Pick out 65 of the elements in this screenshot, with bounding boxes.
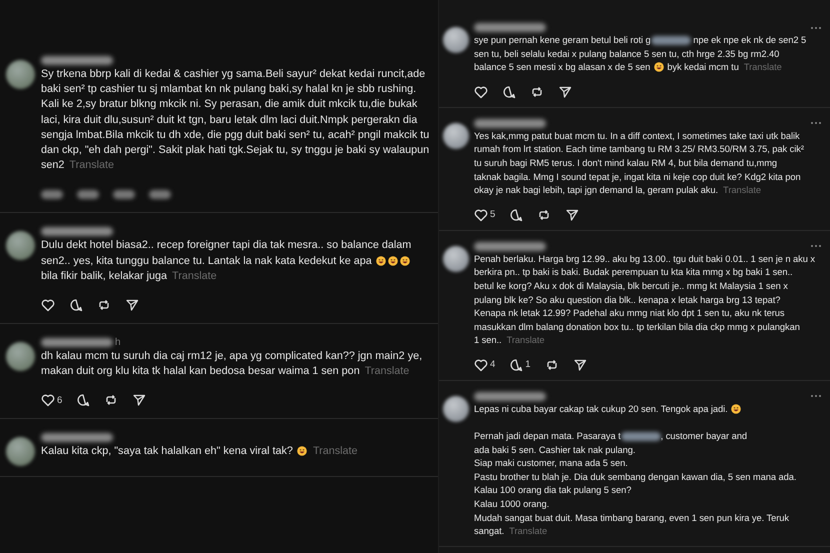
comment-icon[interactable] [509,358,524,372]
comment-text: sye pun pernah kene geram betul beli roti g npe ek npe ek nk de sen2 5 sen tu, beli selalu kedai x pulang balance 5 sen tu, cth hrge 2.35 bg rm2.40 balance 5 sen mesti x bg alasan x de 5 sen byk kedai mcm tu Translate [474,34,808,74]
laughing-emoji-icon [731,404,742,414]
avatar[interactable] [443,27,469,53]
more-icon[interactable] [810,244,822,248]
comment-text: Sy trkena bbrp kali di kedai & cashier yg sama.Beli sayur² dekat kedai runcit,ade baki sen² tp cashier tu sj mlambat kn nk pulang baki,sy halal kn je sbb rushing. Kali ke 2,sy bratur blkng mkcik ni. Sy perasan, die amik duit mkcik tu,die bukak laci, kira duit dlu,susun² duit kt tgn, baru letak dlm laci duit.Nmpk pergerakn dia sengja lmbat.Bila mkcik tu dh xde, die pgg duit baki sen² tu, acah² pngil makcik tu dan ckp, "eh dah pergi". Sakit plak hati tgk.Sejak tu, sy tnggu je baki sy walaupun sen2 Translate [41,67,430,174]
heart-icon[interactable] [474,358,488,372]
blurred-action [113,190,135,199]
comment-icon[interactable] [502,84,516,99]
more-icon[interactable] [810,26,822,30]
like-count: 5 [490,209,496,220]
more-icon[interactable] [810,121,822,126]
blurred-username [474,392,546,401]
send-icon[interactable] [125,298,139,312]
blurred-username [41,338,113,348]
redacted-blur [650,36,691,46]
blurred-action [77,190,99,199]
comment-text: Dulu dekt hotel biasa2.. recep foreigner tapi dia tak mesra.. so balance dalam sen2.. yes, kita tunggu balance tu. Lantak la nak kata kedekut ke apa bila fikir balik, kelakar juga Translate [41,238,412,284]
blurred-action [149,190,171,199]
blurred-username [41,56,113,65]
blurred-username [41,227,113,236]
like-count: 4 [490,359,496,370]
comment-icon[interactable] [76,393,90,408]
avatar[interactable] [6,231,35,260]
avatar[interactable] [443,396,469,422]
comment-text: Lepas ni cuba bayar cakap tak cukup 20 sen. Tengok apa jadi. Pernah jadi depan mata. Pasaraya t , customer bayar and ada baki 5 sen. Cashier tak nak pulang. Siap maki customer, mana ada 5 sen. Pastu brother tu blah je. Dia duk sembang dengan kawan dia, 5 sen mana ada. Kalau 100 orang dia tak pulang 5 sen? Kalau 1000 orang. Mudah sangat buat duit. Masa timbang barang, even 1 sen pun kira ye. Teruk sangat. Translate [474,402,798,538]
heart-icon[interactable] [41,298,55,312]
comment-text: Penah berlaku. Harga brg 12.99.. aku bg 13.00.. tgu duit baki 0.01.. 1 sen je n aku x berkira pn.. tp baki is baki. Budak perempuan tu kta kita mmg x bg baki 1 sen.. betul ke korg? Aku x dok di Malaysia, blk bercuti je.. mmg kt Malaysia 1 sen x pulang blk ke? So aku question dia blk.. kenapa x letak harga brg 13 tepat? Kenapa nk letak 12.99? Padehal aku mmg niat klo dpt 1 sen tu, aku nk terus masukkan dlm balang donation box tu.. tp terkilan bila dia ckp mmg x pulangkan 1 sen.. Translate [474,252,816,348]
send-icon[interactable] [558,84,572,99]
blurred-username [474,242,546,251]
avatar[interactable] [6,342,35,372]
like-count: 6 [57,394,62,406]
avatar[interactable] [6,437,35,466]
send-icon[interactable] [132,393,146,408]
comment-text: Kalau kita ckp, "saya tak halalkan eh" kena viral tak? Translate [41,444,359,460]
repost-icon[interactable] [97,298,111,312]
blurred-action [41,190,63,199]
laughing-emoji-icon [654,62,664,72]
avatar[interactable] [443,122,469,149]
send-icon[interactable] [565,208,580,222]
comment-icon[interactable] [69,298,83,312]
avatar[interactable] [443,246,469,272]
avatar[interactable] [6,60,35,89]
heart-icon[interactable] [474,84,488,99]
more-icon[interactable] [810,394,822,398]
redacted-blur [620,432,661,442]
comment-text: Yes kak,mmg patut buat mcm tu. In a diff context, I sometimes take taxi utk balik rumah from lrt station. Each time tambang tu RM 3.25/ RM3.50/RM 3.75, pak cik² tu suruh bagi RM5 terus. I don't mind kalau RM 4, but bila demand tu,mmg taknak bagila. Mmg I sound tepat je, ingat kita ni keje cop duit ke? Kdg2 kita pon okay je nak bagi lebih, tapi jgn demand la, geram pulak aku. Translate [474,130,805,198]
laughing-emoji-icon [400,256,410,266]
laughing-emoji-icon [388,256,398,266]
laughing-emoji-icon [296,446,307,456]
repost-icon[interactable] [530,84,544,99]
reply-count: 1 [525,359,531,370]
heart-icon[interactable] [474,208,488,222]
heart-icon[interactable] [41,393,55,408]
blurred-username [474,118,546,128]
repost-icon[interactable] [537,208,552,222]
timestamp: h [115,337,121,348]
repost-icon[interactable] [104,393,118,408]
laughing-emoji-icon [376,256,386,266]
blurred-username [474,23,546,32]
comment-icon[interactable] [509,208,524,222]
comment-text: dh kalau mcm tu suruh dia caj rm12 je, apa yg complicated kan?? jgn main2 ye, makan duit org klu kita tk halal kan bedosa besar waima 1 sen pon Translate [41,349,424,380]
blurred-username [41,433,113,442]
send-icon[interactable] [572,358,587,372]
repost-icon[interactable] [544,358,559,372]
